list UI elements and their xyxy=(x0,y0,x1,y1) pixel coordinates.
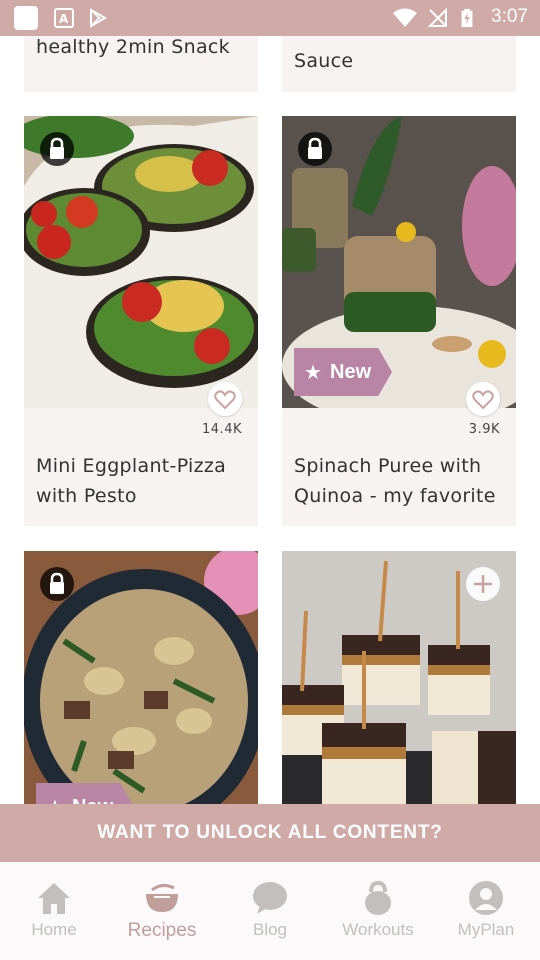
recipe-title: Mini Eggplant-Pizza with Pesto xyxy=(36,455,227,507)
tab-label: Blog xyxy=(252,920,288,939)
tab-label: MyPlan xyxy=(457,920,515,939)
unlock-content-button[interactable]: WANT TO UNLOCK ALL CONTENT? xyxy=(0,804,540,862)
recipe-card[interactable]: ★ New 3.9K Spinach Puree with Quinoa - m… xyxy=(282,116,516,526)
tab-blog[interactable]: Blog xyxy=(216,862,324,960)
new-badge: ★ New xyxy=(36,783,134,804)
recipe-image-chocolate-bites xyxy=(282,551,516,804)
home-icon xyxy=(38,883,70,914)
app-notification-icon xyxy=(14,6,38,30)
recipe-card[interactable] xyxy=(282,551,516,804)
battery-charging-icon xyxy=(461,8,473,28)
tab-home[interactable]: Home xyxy=(0,862,108,960)
recipe-card[interactable]: 14.4K Mini Eggplant-Pizza with Pesto xyxy=(24,116,258,526)
new-badge-label: New xyxy=(72,783,113,804)
tab-label: Workouts xyxy=(342,920,414,939)
star-icon: ★ xyxy=(46,783,64,804)
tab-workouts[interactable]: Workouts xyxy=(324,862,432,960)
wifi-icon xyxy=(393,8,417,27)
lock-icon xyxy=(40,132,74,166)
status-bar: A 3:07 xyxy=(0,0,540,36)
tab-label: Home xyxy=(31,920,77,939)
svg-text:A: A xyxy=(59,12,69,26)
new-badge-label: New xyxy=(330,361,372,383)
status-time: 3:07 xyxy=(491,6,528,27)
bottom-tab-bar: Home Recipes Blog Workouts MyPlan xyxy=(0,862,540,960)
favorite-heart-icon[interactable] xyxy=(208,382,242,416)
chat-bubble-icon xyxy=(253,882,287,914)
tab-recipes[interactable]: Recipes xyxy=(108,862,216,960)
recipe-card[interactable]: ★ New xyxy=(24,551,258,804)
play-store-icon xyxy=(90,8,108,28)
lock-icon xyxy=(40,567,74,601)
recipe-title: Spinach Puree with Quinoa - my favorite xyxy=(294,455,496,507)
recipe-title: healthy 2min Snack xyxy=(36,36,230,58)
font-a-icon: A xyxy=(54,8,74,28)
like-count: 14.4K xyxy=(202,422,242,437)
favorite-heart-icon[interactable] xyxy=(466,382,500,416)
recipe-image-eggplant-pizza xyxy=(24,116,258,408)
new-badge: ★ New xyxy=(294,348,392,396)
tab-myplan[interactable]: MyPlan xyxy=(432,862,540,960)
no-signal-icon xyxy=(428,8,447,27)
recipe-card[interactable]: healthy 2min Snack xyxy=(24,36,258,92)
bowl-icon xyxy=(146,883,178,912)
recipe-title: Sauce xyxy=(294,50,354,72)
kettlebell-icon xyxy=(365,880,391,915)
lock-icon xyxy=(298,132,332,166)
profile-icon xyxy=(469,881,503,915)
recipe-image-potato-pan: ★ New xyxy=(24,551,258,804)
tab-label: Recipes xyxy=(127,920,197,941)
recipe-image-spinach-puree: ★ New xyxy=(282,116,516,408)
add-plus-icon[interactable] xyxy=(466,567,500,601)
recipe-card[interactable]: Sauce xyxy=(282,36,516,92)
recipe-feed[interactable]: healthy 2min Snack Sauce 14.4K Mini Eggp… xyxy=(0,36,540,804)
like-count: 3.9K xyxy=(468,422,500,437)
star-icon: ★ xyxy=(304,360,322,384)
